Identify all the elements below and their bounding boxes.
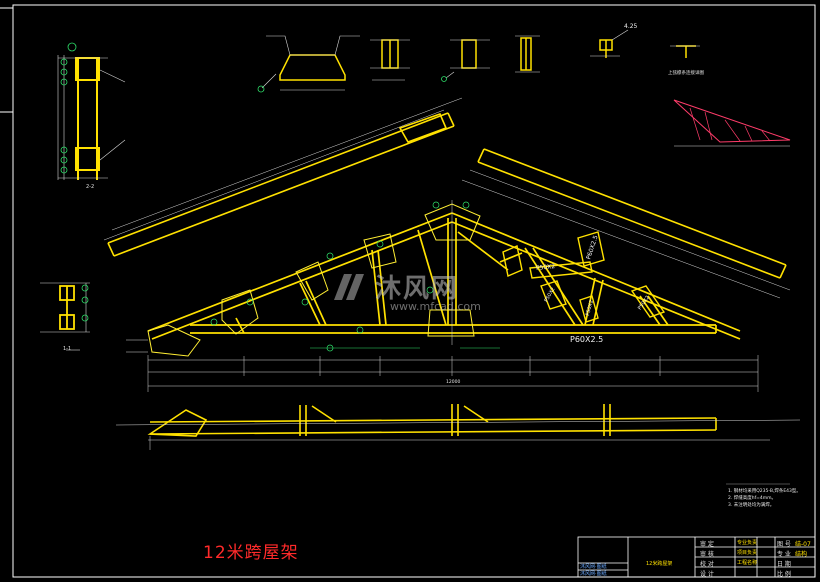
top-details <box>257 29 700 93</box>
top-chord-right-detail <box>461 148 791 299</box>
tb-cell-3: 设 计 <box>700 571 714 578</box>
label-purlin-detail-title: 上弦檩条连接详图 <box>668 71 704 76</box>
note-1: 1. 钢材均采用Q235-B,焊条E43型。 <box>728 489 801 494</box>
tb-discipline: 结构 <box>795 551 808 558</box>
tb-cell-6: 工程名称 <box>737 560 758 566</box>
tb-cell-8: 专 业 <box>777 551 791 558</box>
watermark-url: www.mfcad.com <box>390 300 481 313</box>
watermark: 沐风网 www.mfcad.com <box>330 268 500 318</box>
tb-cell-4: 专业负责 <box>737 540 758 546</box>
tb-cell-7: 图 号 <box>777 541 791 548</box>
section-1-1-detail <box>40 282 90 351</box>
note-2: 2. 焊缝高度hf=4mm。 <box>728 496 777 501</box>
tb-cell-1: 审 核 <box>700 551 714 558</box>
tb-left-row1: 沐风网·图纸 <box>580 564 607 570</box>
tb-cell-9: 日 期 <box>777 561 791 568</box>
tb-cell-0: 审 定 <box>700 541 714 548</box>
tb-left-row2: 沐风网·图纸 <box>580 571 607 577</box>
label-overall-dimension: 12000 <box>446 380 461 385</box>
tb-sheet-no: 结-07 <box>795 541 811 548</box>
section-2-2-detail <box>57 42 126 180</box>
tb-drawing-name: 12米跨屋架 <box>646 561 673 567</box>
tb-cell-2: 校 对 <box>700 561 714 568</box>
label-bottom-chord: P60X2.5 <box>570 335 604 344</box>
truss-plan-view <box>115 404 801 450</box>
label-gusset-detail: 4.25 <box>624 23 638 30</box>
label-section-1-1: 1-1 <box>63 346 72 352</box>
tb-cell-5: 项目负责 <box>737 550 758 556</box>
tb-cell-10: 比 例 <box>777 571 791 578</box>
mfcad-logo-icon <box>334 274 364 300</box>
drawing-caption: 12米跨屋架 <box>203 543 299 563</box>
top-chord-left-detail <box>103 97 463 257</box>
purlin-connection-detail <box>673 99 791 147</box>
label-section-2-2: 2-2 <box>86 184 95 190</box>
note-3: 3. 未注明处均为满焊。 <box>728 503 775 508</box>
